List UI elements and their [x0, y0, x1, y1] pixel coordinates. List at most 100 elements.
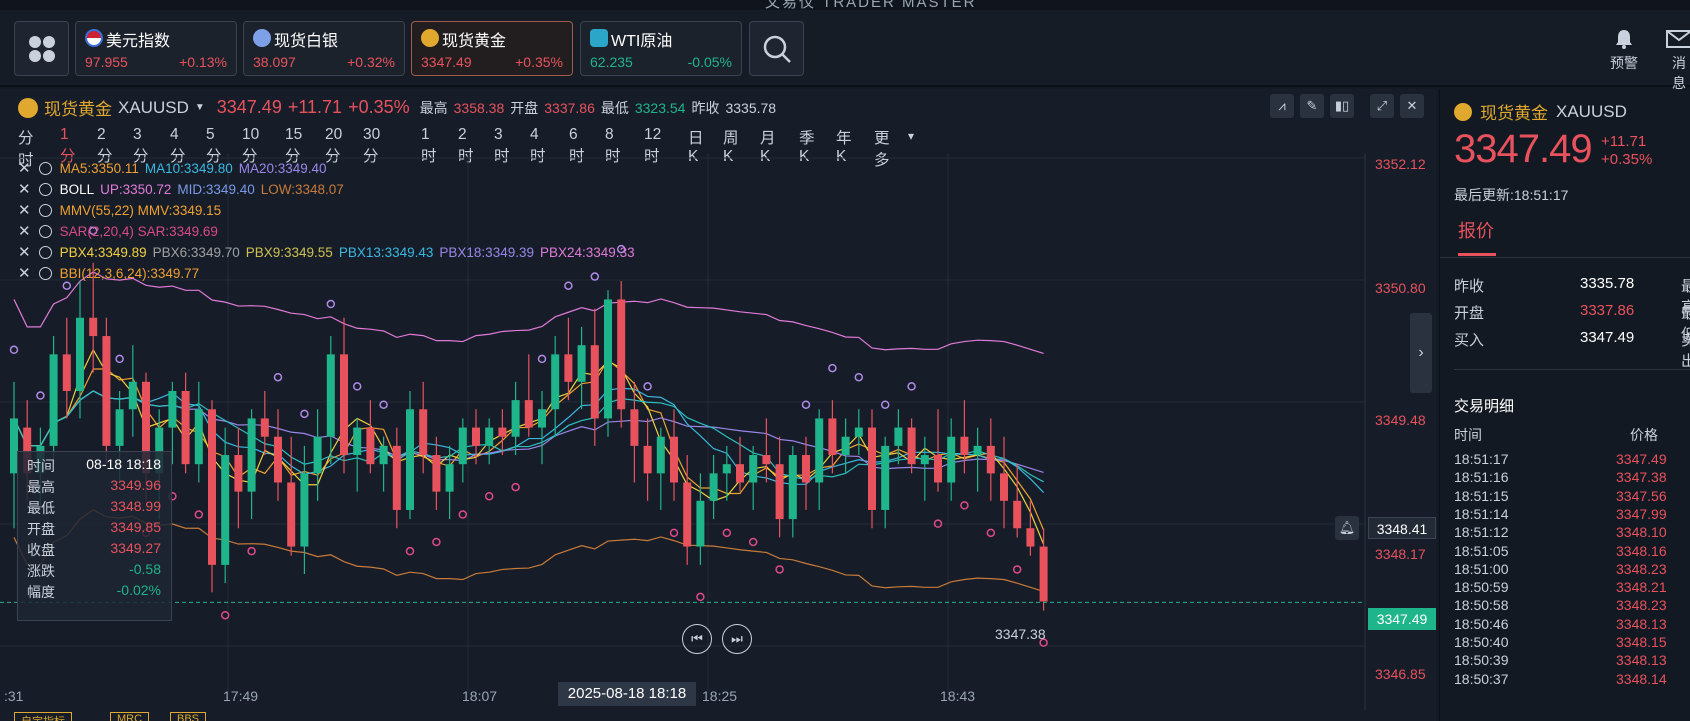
tooltip-value: -0.58 — [129, 561, 161, 577]
sar-dot — [9, 345, 19, 355]
sar-dot — [352, 382, 362, 391]
close-icon[interactable]: ✕ — [18, 223, 31, 240]
crosshair-time-label: 2025-08-18 18:18 — [558, 682, 696, 706]
candle-body — [221, 455, 230, 565]
next-page-button[interactable]: ⏭ — [722, 624, 752, 654]
candle-body — [947, 436, 956, 483]
alerts-button[interactable]: 预警 — [1610, 28, 1638, 73]
candle-body — [287, 482, 296, 547]
candle-body — [419, 409, 428, 456]
chart-titlebar: 现货黄金 XAUUSD ▼ 3347.49 +11.71 +0.35% 最高 3… — [0, 89, 1437, 121]
candle-type-button[interactable]: ▮▯ — [1330, 94, 1354, 118]
candle-body — [102, 336, 111, 446]
indicator-value: PBX24:3349.33 — [540, 245, 635, 260]
quote-key-2: 卖出 — [1681, 332, 1690, 370]
line-chart-icon: ⩘ — [1278, 98, 1286, 113]
candle-body — [524, 400, 533, 428]
candle-body — [458, 427, 467, 465]
close-icon[interactable]: ✕ — [18, 265, 31, 282]
alerts-label: 预警 — [1610, 55, 1638, 71]
search-button[interactable] — [749, 21, 804, 76]
sar-dot — [590, 272, 600, 281]
fullscreen-button[interactable]: ⤢ — [1370, 94, 1394, 118]
settings-icon[interactable] — [38, 183, 52, 196]
trade-price: 3348.14 — [1616, 670, 1667, 687]
symbol-selector[interactable]: 现货黄金 XAUUSD ▼ 3347.49 +11.71 +0.35% 最高 3… — [18, 95, 776, 120]
tooltip-key: 涨跌 — [27, 563, 55, 579]
x-axis-tick: :31 — [4, 688, 24, 704]
trade-time: 18:51:15 — [1454, 487, 1509, 504]
candle-body — [1000, 473, 1008, 501]
x-axis-tick: 18:25 — [702, 688, 738, 704]
settings-icon[interactable] — [38, 225, 52, 238]
messages-button[interactable]: 消息 — [1666, 28, 1690, 93]
mail-icon — [1666, 30, 1690, 48]
ticker-card-wti-oil[interactable]: WTI原油 62.235 -0.05% — [580, 21, 742, 76]
trade-price: 3348.15 — [1616, 634, 1667, 650]
candle-body — [722, 464, 731, 474]
ticker-header: 美元指数 97.955 +0.13% 现货白银 38.097 +0.32% 现货… — [0, 10, 1690, 91]
crosshair-price-tag: 3348.41 — [1368, 517, 1436, 539]
close-icon[interactable]: ✕ — [18, 244, 31, 261]
open-value: 3337.86 — [544, 99, 595, 116]
line-tool-button[interactable]: ⩘ — [1270, 94, 1294, 118]
tab-mrc[interactable]: MRC — [110, 712, 150, 721]
tab-bbs[interactable]: BBS — [170, 712, 207, 721]
sar-dot — [696, 592, 705, 602]
settings-icon[interactable] — [38, 267, 52, 280]
trades-col-price: 价格 — [1630, 427, 1658, 443]
ticker-name: 美元指数 — [106, 33, 171, 50]
search-icon — [763, 35, 791, 63]
indicator-value: MA5:3350.11 — [59, 161, 139, 176]
ticker-price: 62.235 — [590, 54, 633, 70]
trade-time: 18:51:16 — [1454, 469, 1509, 486]
window-title-strip: 文易仪 TRADER MASTER — [0, 0, 1690, 10]
oil-icon — [590, 29, 608, 47]
trades-title: 交易明细 — [1454, 398, 1515, 415]
candle-body — [749, 455, 758, 483]
sar-dot — [247, 546, 256, 556]
candle-body — [973, 445, 982, 456]
chart-plot-area[interactable]: ✕ MA5:3350.11 MA10:3349.80 MA20:3349.40 ✕ BOL… — [0, 153, 1437, 721]
draw-tool-button[interactable]: ✎ — [1300, 94, 1324, 118]
candle-body — [76, 317, 84, 391]
candle-body — [326, 354, 335, 437]
candle-body — [736, 464, 744, 483]
prev-page-button[interactable]: ⏮ — [682, 624, 712, 654]
y-axis-tick: 3352.12 — [1375, 156, 1426, 172]
candle-body — [709, 473, 718, 501]
settings-icon[interactable] — [38, 246, 52, 259]
tooltip-key: 最高 — [27, 479, 55, 495]
candle-body — [485, 427, 494, 446]
candle-body — [49, 354, 58, 446]
trade-price: 3348.23 — [1616, 560, 1667, 577]
tab-quote[interactable]: 报价 — [1458, 217, 1494, 243]
candle-tooltip: 时间 08-18 18:18 最高 3349.96 最低 3348.99 开盘 3349.85… — [17, 451, 172, 621]
candle-body — [854, 427, 863, 437]
candle-body — [379, 445, 388, 465]
candle-body — [1013, 500, 1022, 529]
indicator-value: PBX18:3349.39 — [439, 245, 534, 260]
bell-icon — [1616, 30, 1632, 49]
candle-body — [564, 354, 573, 382]
gold-icon — [18, 97, 38, 118]
ticker-card-gold[interactable]: 现货黄金 3347.49 +0.35% — [411, 21, 573, 76]
panel-expand-handle[interactable]: › — [1410, 313, 1432, 393]
ticker-card-usd-index[interactable]: 美元指数 97.955 +0.13% — [75, 21, 237, 76]
tab-custom-indicator[interactable]: 自定指标 — [14, 712, 72, 721]
trade-time: 18:50:58 — [1454, 597, 1509, 614]
settings-icon[interactable] — [38, 162, 52, 175]
settings-icon[interactable] — [38, 204, 52, 217]
close-chart-button[interactable]: ✕ — [1400, 94, 1424, 118]
price-alert-bell-icon[interactable]: 🔔︎ — [1335, 516, 1359, 540]
sar-dot — [273, 372, 283, 382]
candle-body — [828, 418, 837, 456]
close-icon[interactable]: ✕ — [18, 202, 31, 219]
candle-body — [802, 455, 810, 483]
close-icon[interactable]: ✕ — [18, 181, 31, 198]
tooltip-key: 最低 — [27, 500, 55, 516]
close-icon[interactable]: ✕ — [18, 160, 31, 177]
apps-grid-button[interactable] — [14, 21, 69, 76]
ticker-card-silver[interactable]: 现货白银 38.097 +0.32% — [243, 21, 405, 76]
sar-dot — [458, 510, 468, 519]
